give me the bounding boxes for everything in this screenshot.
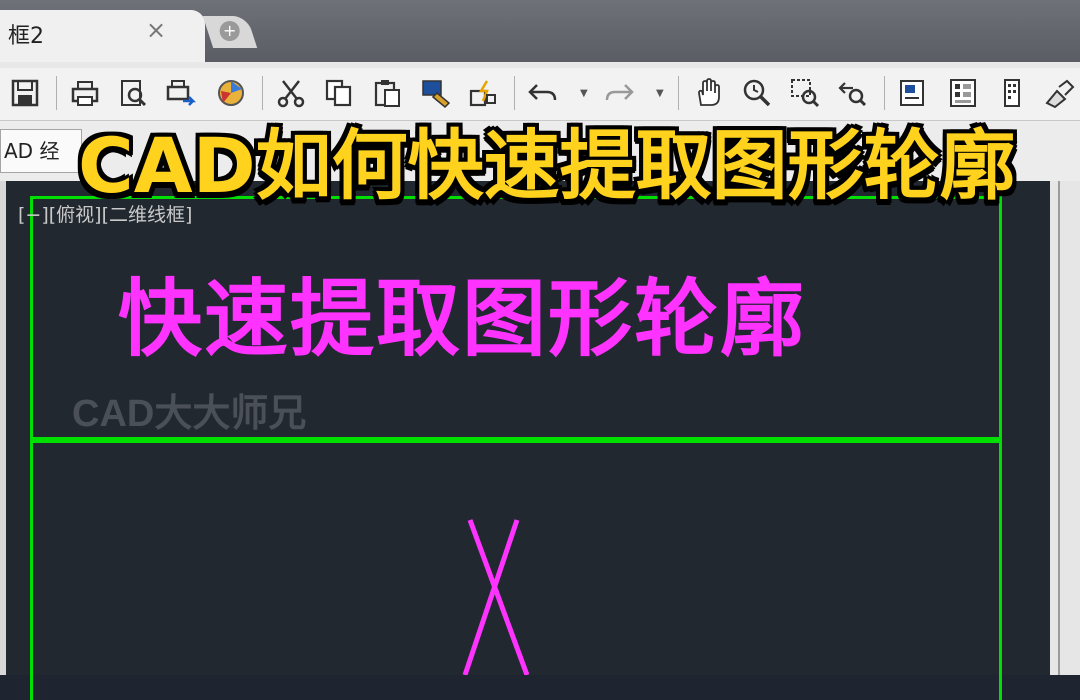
chevron-down-icon[interactable]: ▼ — [656, 88, 664, 99]
scroll-track[interactable] — [1058, 181, 1060, 675]
markup-icon[interactable] — [1040, 74, 1078, 112]
chevron-down-icon[interactable]: ▼ — [580, 88, 588, 99]
drawing-text: 快速提取图形轮廓 — [118, 270, 807, 368]
plus-icon: + — [219, 21, 240, 41]
drawing-x-shape — [462, 519, 530, 675]
tab-bar: 框2 × + — [0, 0, 1080, 62]
workspace-label: AD 经 — [4, 139, 60, 163]
new-tab-button[interactable]: + — [202, 16, 258, 48]
separator — [56, 76, 57, 110]
vertical-scrollbar[interactable] — [1050, 181, 1080, 675]
video-headline: CAD如何快速提取图形轮廓 — [78, 121, 1016, 210]
tab-label: 框2 — [8, 24, 44, 49]
drawing-tab[interactable]: 框2 × — [0, 10, 205, 62]
close-icon[interactable]: × — [146, 16, 166, 44]
save-icon[interactable] — [6, 74, 44, 112]
watermark: CAD大大师兄 — [72, 393, 307, 435]
